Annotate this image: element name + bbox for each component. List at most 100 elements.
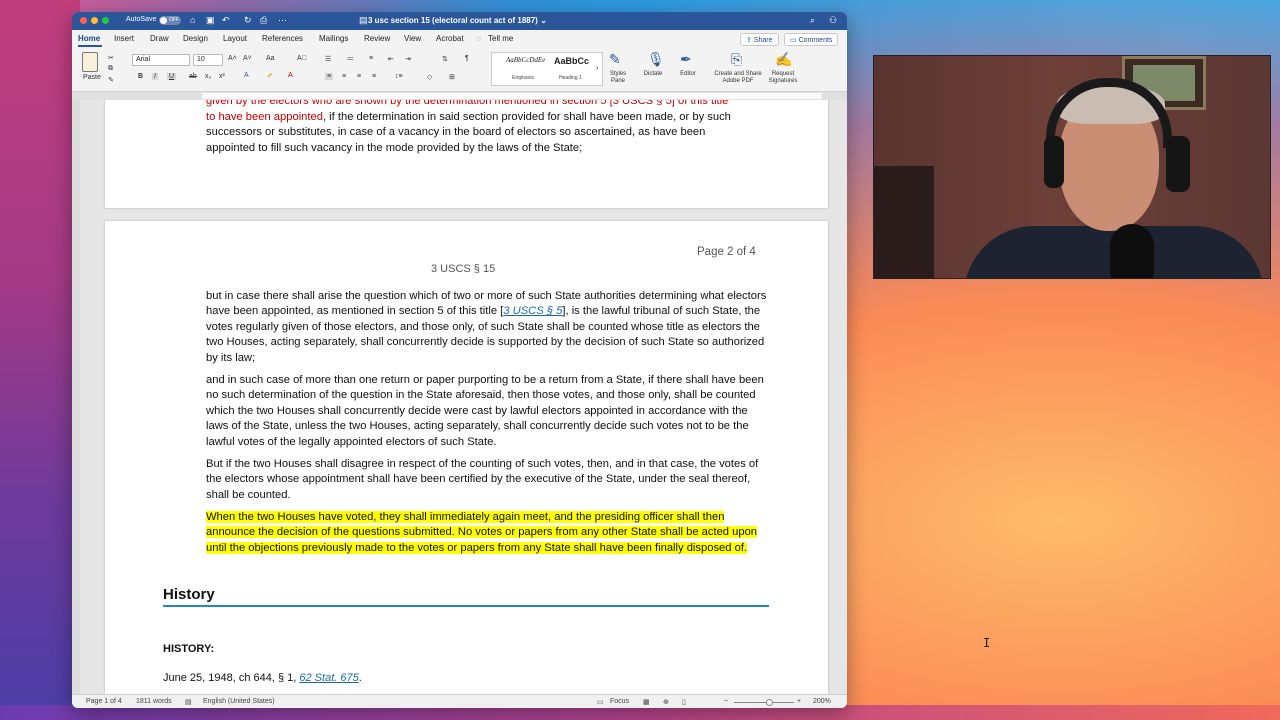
tab-review[interactable]: Review [364,34,390,43]
show-formatting-icon[interactable]: ¶ [465,55,469,62]
paragraph-2[interactable]: and in such case of more than one return… [206,373,771,450]
cut-icon[interactable]: ✂ [108,54,114,62]
proofing-icon[interactable]: ▤ [185,698,192,706]
search-icon[interactable]: ⌕ [810,15,815,26]
close-window-button[interactable] [80,17,87,24]
shading-icon[interactable]: ◇ [427,73,432,81]
web-layout-icon[interactable]: ⊕ [663,698,669,706]
focus-label[interactable]: Focus [610,698,629,705]
highlight-icon[interactable]: ✐ [267,72,273,80]
share-button[interactable]: ⇪ Share [740,33,779,46]
change-case-icon[interactable]: Aa [266,55,275,62]
home-icon[interactable]: ⌂ [190,15,195,25]
vertical-ruler[interactable] [72,100,80,694]
format-painter-icon[interactable]: ✎ [108,76,114,84]
font-color-icon[interactable]: A [288,72,293,79]
document-title[interactable]: 3 usc section 15 (electoral count act of… [368,16,547,25]
subscript-icon[interactable]: x₂ [205,73,211,80]
language-label[interactable]: English (United States) [203,698,275,705]
tab-references[interactable]: References [262,34,303,43]
clear-formatting-icon[interactable]: A⃠ [297,55,307,62]
shrink-font-icon[interactable]: A˅ [243,55,252,62]
paste-icon[interactable] [82,52,98,72]
superscript-icon[interactable]: x² [219,73,225,80]
styles-pane-icon[interactable]: ✎ [609,51,621,68]
microphone-icon[interactable]: 🎙 [647,51,665,68]
tab-design[interactable]: Design [183,34,208,43]
zoom-slider[interactable] [734,702,794,703]
align-center-icon[interactable]: ≡ [342,73,346,80]
font-size-select[interactable]: 10 [193,54,223,66]
create-pdf-icon[interactable]: ⎘ [731,51,742,68]
zoom-out-icon[interactable]: − [724,698,728,705]
autosave-toggle[interactable]: OFF [159,16,181,25]
save-icon[interactable]: ▣ [206,15,215,26]
tab-insert[interactable]: Insert [114,34,134,43]
line-spacing-icon[interactable]: ↕≡ [395,73,403,80]
word-count[interactable]: 1811 words [136,698,172,705]
numbering-icon[interactable]: ≔ [347,55,354,63]
tab-mailings[interactable]: Mailings [319,34,348,43]
focus-icon[interactable]: ▭ [597,698,604,706]
history-citation[interactable]: June 25, 1948, ch 644, § 1, 62 Stat. 675… [163,672,362,684]
page1-red-line[interactable]: given by the electors who are shown by t… [206,100,766,109]
style-emphasis-sample[interactable]: AaBbCcDdEe [506,56,545,64]
paragraph-3[interactable]: But if the two Houses shall disagree in … [206,457,766,503]
tab-acrobat[interactable]: Acrobat [436,34,464,43]
tab-view[interactable]: View [404,34,421,43]
page-count[interactable]: Page 1 of 4 [86,698,122,705]
undo-icon[interactable]: ↶ [222,15,230,26]
history-label[interactable]: HISTORY: [163,643,214,655]
page1-line2: successors or substitutes, in case of a … [206,126,706,139]
styles-pane-label: Styles Pane [609,71,627,84]
bold-icon[interactable]: B [138,73,143,80]
active-tab-indicator [78,45,102,47]
share-people-icon[interactable]: ⚇ [829,15,837,26]
history-heading[interactable]: History [163,586,215,603]
tab-home[interactable]: Home [78,34,100,43]
horizontal-ruler[interactable] [72,92,847,100]
align-right-icon[interactable]: ≡ [357,73,361,80]
borders-icon[interactable]: ⊞ [449,73,455,81]
strikethrough-icon[interactable]: ab [189,73,197,80]
page1-paragraph[interactable]: to have been appointed, if the determina… [206,110,776,156]
print-icon[interactable]: ⎙ [260,15,267,26]
minimize-window-button[interactable] [91,17,98,24]
italic-icon[interactable]: I [152,73,158,80]
paragraph-4-highlighted[interactable]: When the two Houses have voted, they sha… [206,510,766,556]
align-left-icon[interactable]: ≡ [325,73,334,80]
text-effects-icon[interactable]: A [244,72,249,79]
justify-icon[interactable]: ≡ [372,73,376,80]
lightbulb-icon: ◌ [476,34,481,43]
font-name-select[interactable]: Arial [132,54,190,66]
request-signatures-icon[interactable]: ✍ [775,51,792,68]
copy-icon[interactable]: ⧉ [108,65,113,73]
zoom-window-button[interactable] [102,17,109,24]
underline-icon[interactable]: U [167,73,177,80]
styles-gallery[interactable]: AaBbCcDdEe Emphasis AaBbCc Heading 1 › [491,52,603,86]
tab-tell-me[interactable]: Tell me [488,34,513,43]
increase-indent-icon[interactable]: ⇥ [405,55,411,63]
paragraph-1[interactable]: but in case there shall arise the questi… [206,289,768,366]
comments-button[interactable]: ▭ Comments [784,33,839,46]
more-icon[interactable]: ⋯ [278,15,287,26]
read-mode-icon[interactable]: ▯ [682,698,686,706]
usc-5-link[interactable]: 3 USCS § 5 [503,305,562,317]
style-heading1-sample[interactable]: AaBbCc [554,56,589,66]
editor-icon[interactable]: ✒ [680,51,692,68]
document-area[interactable]: given by the electors who are shown by t… [72,100,847,694]
stat-675-link[interactable]: 62 Stat. 675 [299,672,358,684]
bullets-icon[interactable]: ☰ [325,55,331,63]
grow-font-icon[interactable]: A˄ [228,55,237,62]
zoom-slider-handle[interactable] [766,699,773,706]
multilevel-list-icon[interactable]: ≡ [369,55,373,62]
print-layout-icon[interactable]: ▦ [643,698,650,706]
tab-draw[interactable]: Draw [150,34,169,43]
chevron-right-icon[interactable]: › [596,65,598,72]
zoom-level[interactable]: 200% [813,698,831,705]
decrease-indent-icon[interactable]: ⇤ [388,55,394,63]
zoom-in-icon[interactable]: + [797,698,801,705]
redo-icon[interactable]: ↻ [244,15,252,26]
tab-layout[interactable]: Layout [223,34,247,43]
sort-icon[interactable]: ⇅ [442,55,448,63]
